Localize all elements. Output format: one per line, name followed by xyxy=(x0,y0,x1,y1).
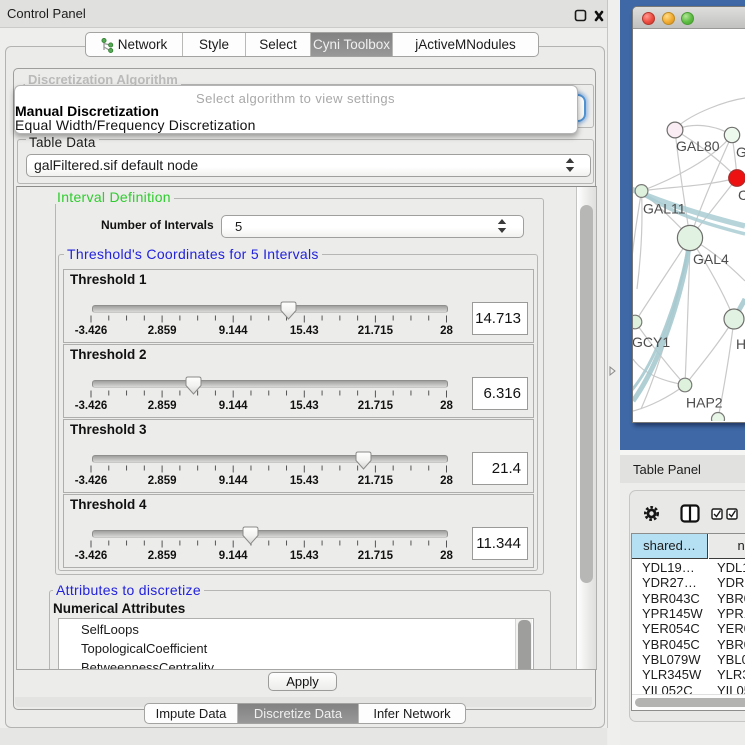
svg-text:GCY1: GCY1 xyxy=(633,334,670,350)
svg-text:H: H xyxy=(736,336,745,352)
svg-text:GAL4: GAL4 xyxy=(693,251,729,267)
svg-text:CY: CY xyxy=(738,187,745,203)
svg-text:HAP2: HAP2 xyxy=(686,395,723,411)
svg-text:GAL11: GAL11 xyxy=(643,201,686,217)
svg-text:GA: GA xyxy=(736,144,745,160)
svg-text:GAL80: GAL80 xyxy=(676,138,720,154)
